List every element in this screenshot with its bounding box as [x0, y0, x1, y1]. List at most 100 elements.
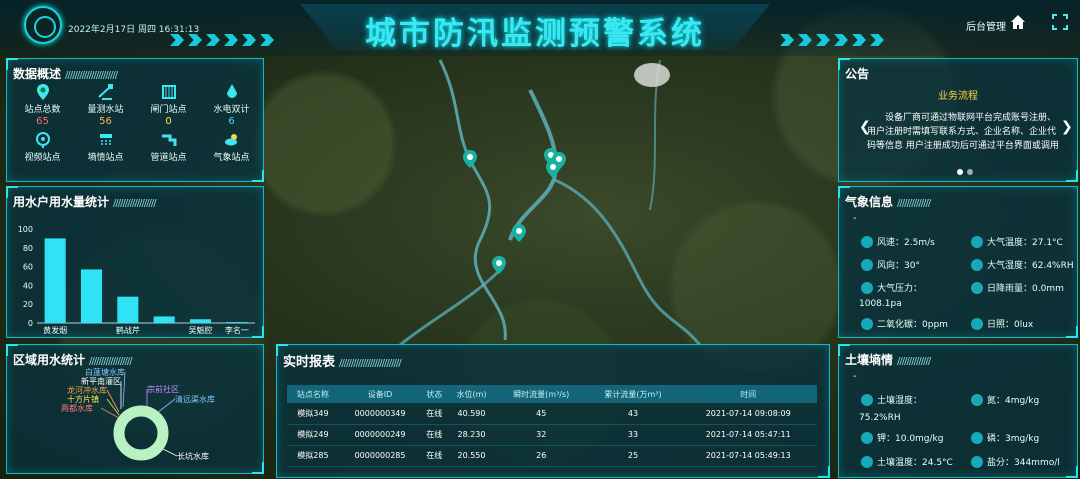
stat-item[interactable]: 量测水站 56 [74, 83, 137, 127]
table-row[interactable]: 模拟285 0000000285 在线 20.550 26 25 2021-07-14 05… [287, 445, 817, 467]
x-tick-label: 李名一 [225, 325, 249, 335]
region-label: 新平南灌区 [81, 376, 121, 386]
wind-speed-icon [861, 235, 873, 248]
bar[interactable] [44, 238, 66, 323]
table-cell: 模拟285 [287, 445, 339, 467]
stat-label: 站点总数 [24, 105, 61, 115]
leader-line [100, 407, 120, 419]
column-header[interactable]: 累计流量(万m³) [586, 385, 680, 403]
ring-slice[interactable] [113, 405, 169, 461]
column-header[interactable]: 水位(m) [447, 385, 496, 403]
x-tick-label: 吴魁腔 [189, 325, 213, 335]
table-cell: 模拟349 [287, 403, 339, 425]
map-marker-pin-icon[interactable] [512, 224, 526, 242]
nitrogen-icon [971, 393, 983, 406]
admin-link[interactable]: 后台管理 [966, 18, 1006, 33]
panel-title: 公告 [845, 67, 870, 81]
wind-direction-icon [861, 258, 873, 271]
bar[interactable] [226, 322, 248, 323]
stat-value: 56 [99, 116, 112, 127]
soil-dash: - [853, 371, 857, 382]
info-label: 1008.1pa [859, 299, 902, 309]
sprinkler-icon [99, 134, 112, 146]
region-usage-panel: 区域用水统计////////////////// 白蓬塘水库 新平南灌区 龙河冲水库… [6, 344, 264, 474]
panel-title: 实时报表 [283, 355, 336, 370]
stat-label: 墒情站点 [87, 153, 124, 163]
info-label: 土壤温度：24.5°C [877, 458, 953, 468]
home-icon[interactable] [1010, 14, 1026, 30]
region-label: 清远渠水库 [175, 394, 215, 404]
table-cell: 模拟249 [287, 424, 339, 446]
prev-arrow-icon[interactable]: ❮ [859, 119, 871, 135]
bar[interactable] [153, 316, 175, 323]
info-label: 大气压力： [877, 284, 923, 294]
column-header[interactable]: 时间 [679, 385, 817, 403]
region-label: 两都水库 [61, 403, 93, 413]
table-cell: 2021-07-14 09:08:09 [679, 403, 817, 425]
column-header[interactable]: 瞬时流量(m³/s) [495, 385, 587, 403]
table-cell: 40.590 [447, 403, 496, 425]
info-item: 磷：3mg/kg [971, 431, 1039, 444]
stat-item[interactable]: 水电双计 6 [200, 83, 263, 127]
stat-item[interactable]: 管道站点 [137, 131, 200, 163]
leader-line [156, 398, 176, 414]
table-cell: 2021-07-14 05:49:13 [679, 445, 817, 467]
stat-grid: 站点总数 65 量测水站 56 闸门站点 0 水电双计 6 视频站点 墒情站点 管道站点 气象站点 [11, 83, 263, 163]
stat-label: 闸门站点 [150, 105, 187, 115]
bar[interactable] [80, 269, 103, 323]
stat-label: 水电双计 [213, 105, 250, 115]
panel-title: 土壤墒情 [845, 353, 894, 367]
page-title: 城市防汛监测预警系统 [365, 16, 705, 52]
table-cell: 43 [586, 403, 680, 425]
thermometer-icon [971, 235, 983, 248]
info-item: 风向：30° [861, 258, 920, 271]
soil-temp-icon [861, 455, 873, 468]
map-marker-pin-icon[interactable] [492, 256, 506, 274]
column-header[interactable]: 站点名称 [287, 385, 339, 403]
table-cell: 28.230 [447, 424, 496, 446]
info-label: 75.2%RH [859, 413, 901, 423]
right-chevron-decoration [780, 34, 884, 48]
y-tick-label: 20 [23, 300, 33, 309]
leader-line [122, 371, 126, 408]
table-cell: 2021-07-14 05:47:11 [679, 424, 817, 446]
info-label: 盐分：344mmo/l [987, 458, 1060, 468]
column-header[interactable]: 状态 [421, 385, 448, 403]
stat-item[interactable]: 墒情站点 [74, 131, 137, 163]
info-item: 土壤温度：24.5°C [861, 455, 953, 468]
info-item: 盐分：344mmo/l [971, 455, 1060, 468]
stat-item[interactable]: 视频站点 [11, 131, 74, 163]
bar[interactable] [189, 319, 212, 323]
realtime-report-panel: 实时报表////////////////////////// 站点名称 设备ID 状… [276, 344, 830, 478]
info-label: 土壤湿度： [877, 396, 923, 406]
map-marker-pin-icon[interactable] [546, 160, 560, 178]
table-row[interactable]: 模拟349 0000000349 在线 40.590 45 43 2021-07-14 09… [287, 403, 817, 425]
info-label: 风向：30° [877, 261, 920, 271]
info-label: 磷：3mg/kg [987, 434, 1040, 444]
y-tick-label: 100 [18, 225, 33, 234]
water-usage-panel: 用水户用水量统计////////////////// 0 20 40 60 80 100 黄… [6, 186, 264, 338]
pipe-faucet-icon [161, 134, 176, 146]
weather-icon [224, 134, 237, 146]
info-item: 日照：0lux [971, 317, 1033, 330]
humidity-icon [971, 258, 983, 271]
info-item: 钾：10.0mg/kg [861, 431, 943, 444]
x-tick-label: 黄发烟 [43, 325, 67, 335]
stat-item[interactable]: 闸门站点 0 [137, 83, 200, 127]
table-row[interactable]: 模拟249 0000000249 在线 28.230 32 33 2021-07-14 05… [287, 424, 817, 446]
info-item: 风速：2.5m/s [861, 235, 935, 248]
stat-label: 气象站点 [213, 153, 250, 163]
carousel-dots[interactable] [957, 169, 973, 175]
info-label: 大气湿度：62.4%RH [987, 261, 1074, 271]
stat-item[interactable]: 气象站点 [200, 131, 263, 163]
map-marker-pin-icon[interactable] [463, 150, 477, 168]
weather-dash: - [853, 213, 857, 224]
next-arrow-icon[interactable]: ❯ [1061, 119, 1073, 135]
table-cell: 在线 [421, 445, 448, 467]
fullscreen-icon[interactable] [1052, 14, 1068, 30]
column-header[interactable]: 设备ID [338, 385, 422, 403]
stat-value: 0 [165, 116, 172, 127]
bar[interactable] [117, 296, 139, 323]
info-label: 风速：2.5m/s [877, 238, 935, 248]
stat-item[interactable]: 站点总数 65 [11, 83, 74, 127]
